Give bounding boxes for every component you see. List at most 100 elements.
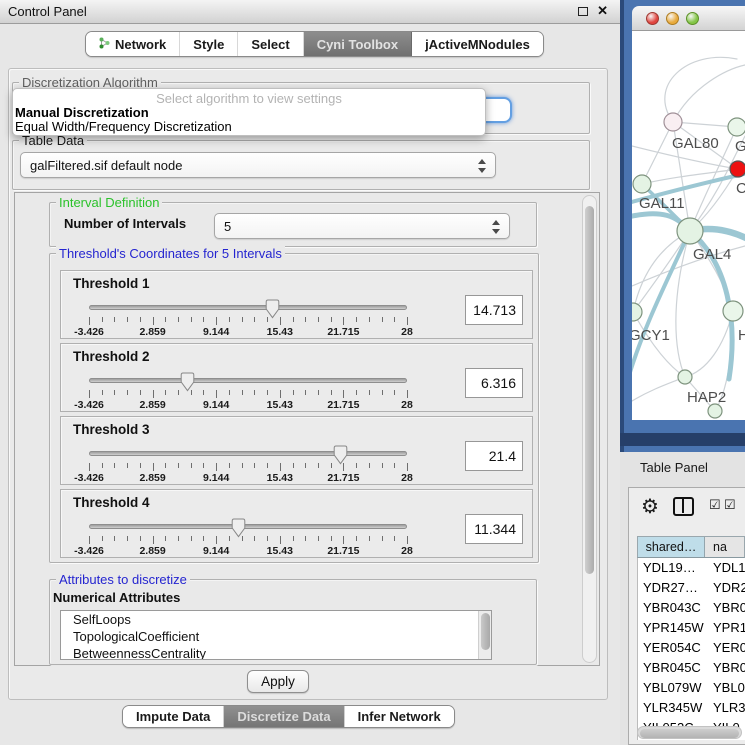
slider-track[interactable] xyxy=(89,524,407,529)
cell-name[interactable]: YDR2 xyxy=(705,578,745,598)
network-window-titlebar[interactable] xyxy=(632,6,745,31)
tick-mark xyxy=(407,536,408,544)
network-node-ga[interactable] xyxy=(728,118,745,136)
table-row[interactable]: YBR045CYBR0 xyxy=(638,658,745,678)
network-node-gal4[interactable] xyxy=(677,218,703,244)
network-node-gal80[interactable] xyxy=(664,113,682,131)
apply-button[interactable]: Apply xyxy=(247,670,309,693)
settings-scrollbar[interactable] xyxy=(582,195,597,663)
cell-shared-name[interactable]: YBL079W xyxy=(638,678,705,698)
threshold-slider[interactable]: -3.4262.8599.14415.4321.71528 xyxy=(79,443,417,485)
tab-network[interactable]: Network xyxy=(86,32,180,56)
network-edge[interactable] xyxy=(633,231,690,312)
select-columns-checkbox-icon[interactable]: ☑ xyxy=(724,497,736,513)
table-row[interactable]: YDL19…YDL1 xyxy=(638,558,745,578)
network-edge[interactable] xyxy=(632,377,685,401)
attributes-scrollbar[interactable] xyxy=(478,611,491,659)
network-edge[interactable] xyxy=(642,122,673,184)
network-node-c[interactable] xyxy=(730,161,745,177)
cell-name[interactable]: YPR1 xyxy=(705,618,745,638)
tab-discretize-data[interactable]: Discretize Data xyxy=(224,706,344,727)
dropdown-item-equal-width-frequency-discretization[interactable]: Equal Width/Frequency Discretization xyxy=(13,120,485,134)
table-data-combo[interactable]: galFiltered.sif default node xyxy=(20,152,496,178)
settings-scrollbar-thumb[interactable] xyxy=(585,206,594,574)
network-node-gcy1[interactable] xyxy=(632,303,642,321)
float-window-icon[interactable] xyxy=(578,7,588,16)
cell-name[interactable]: YBL0 xyxy=(705,678,745,698)
table-row[interactable]: YPR145WYPR1 xyxy=(638,618,745,638)
table-row[interactable]: YDR27…YDR2 xyxy=(638,578,745,598)
gear-icon[interactable]: ⚙ xyxy=(641,494,659,519)
slider-track[interactable] xyxy=(89,378,407,383)
threshold-value-field[interactable]: 6.316 xyxy=(465,368,523,398)
tick-mark xyxy=(382,463,383,468)
zoom-traffic-light-icon[interactable] xyxy=(686,12,699,25)
cell-shared-name[interactable]: YLR345W xyxy=(638,698,705,718)
threshold-slider[interactable]: -3.4262.8599.14415.4321.71528 xyxy=(79,370,417,412)
network-edge[interactable] xyxy=(642,169,738,184)
table-row[interactable]: YBR043CYBR0 xyxy=(638,598,745,618)
cell-shared-name[interactable]: YDR27… xyxy=(638,578,705,598)
threshold-value-field[interactable]: 21.4 xyxy=(465,441,523,471)
table-hscrollbar[interactable] xyxy=(637,726,742,739)
network-edge[interactable] xyxy=(673,65,745,122)
cell-name[interactable]: YDL1 xyxy=(705,558,745,578)
tab-infer-network[interactable]: Infer Network xyxy=(345,706,454,727)
slider-track[interactable] xyxy=(89,305,407,310)
list-item-topologicalcoefficient[interactable]: TopologicalCoefficient xyxy=(61,628,491,645)
cell-name[interactable]: YBR0 xyxy=(705,658,745,678)
slider-thumb[interactable] xyxy=(333,445,348,465)
split-columns-icon[interactable] xyxy=(673,497,694,516)
cell-shared-name[interactable]: YPR145W xyxy=(638,618,705,638)
dropdown-item-manual-discretization[interactable]: Manual Discretization xyxy=(13,106,485,120)
slider-thumb[interactable] xyxy=(180,372,195,392)
minimize-traffic-light-icon[interactable] xyxy=(666,12,679,25)
list-item-betweennesscentrality[interactable]: BetweennessCentrality xyxy=(61,645,491,660)
slider-track[interactable] xyxy=(89,451,407,456)
tick-mark xyxy=(369,536,370,541)
network-node-hap2[interactable] xyxy=(678,370,692,384)
cell-name[interactable]: YLR3 xyxy=(705,698,745,718)
tab-impute-data[interactable]: Impute Data xyxy=(123,706,224,727)
network-canvas[interactable]: GAL80GACGAL11GAL4GCY1HHAP2 xyxy=(632,31,745,420)
tab-style[interactable]: Style xyxy=(180,32,238,56)
table-row[interactable]: YER054CYER0 xyxy=(638,638,745,658)
column-header-name[interactable]: na xyxy=(705,537,744,557)
threshold-value-field[interactable]: 14.713 xyxy=(465,295,523,325)
network-window: GAL80GACGAL11GAL4GCY1HHAP2 xyxy=(620,0,745,452)
cell-name[interactable]: YBR0 xyxy=(705,598,745,618)
table-hscrollbar-thumb[interactable] xyxy=(640,729,739,738)
cell-shared-name[interactable]: YBR043C xyxy=(638,598,705,618)
cell-name[interactable]: YER0 xyxy=(705,638,745,658)
network-edge[interactable] xyxy=(685,311,733,377)
slider-thumb[interactable] xyxy=(265,299,280,319)
column-header-shared-name[interactable]: shared… xyxy=(638,537,705,557)
network-node[interactable] xyxy=(708,404,722,418)
cell-shared-name[interactable]: YDL19… xyxy=(638,558,705,578)
threshold-slider[interactable]: -3.4262.8599.14415.4321.71528 xyxy=(79,516,417,558)
numerical-attributes-list[interactable]: SelfLoopsTopologicalCoefficientBetweenne… xyxy=(60,610,492,660)
network-node-h[interactable] xyxy=(723,301,743,321)
table-row[interactable]: YLR345WYLR3 xyxy=(638,698,745,718)
tab-jactivemnodules[interactable]: jActiveMNodules xyxy=(412,32,543,56)
threshold-slider[interactable]: -3.4262.8599.14415.4321.71528 xyxy=(79,297,417,339)
slider-thumb[interactable] xyxy=(231,518,246,538)
number-of-intervals-combo[interactable]: 5 xyxy=(214,213,510,239)
tab-cyni-toolbox[interactable]: Cyni Toolbox xyxy=(304,32,412,56)
network-edge[interactable] xyxy=(665,57,737,122)
tick-mark xyxy=(305,536,306,541)
list-item-selfloops[interactable]: SelfLoops xyxy=(61,611,491,628)
threshold-value-field[interactable]: 11.344 xyxy=(465,514,523,544)
network-node-gal11[interactable] xyxy=(633,175,651,193)
network-edge[interactable] xyxy=(673,122,737,127)
cell-shared-name[interactable]: YER054C xyxy=(638,638,705,658)
close-traffic-light-icon[interactable] xyxy=(646,12,659,25)
table-row[interactable]: YBL079WYBL0 xyxy=(638,678,745,698)
close-icon[interactable]: ✕ xyxy=(597,3,608,19)
cell-shared-name[interactable]: YBR045C xyxy=(638,658,705,678)
tab-select[interactable]: Select xyxy=(238,32,303,56)
tick-mark xyxy=(178,536,179,541)
tick-mark xyxy=(394,390,395,395)
select-all-checkbox-icon[interactable]: ☑ xyxy=(709,497,721,513)
tick-mark xyxy=(153,390,154,398)
